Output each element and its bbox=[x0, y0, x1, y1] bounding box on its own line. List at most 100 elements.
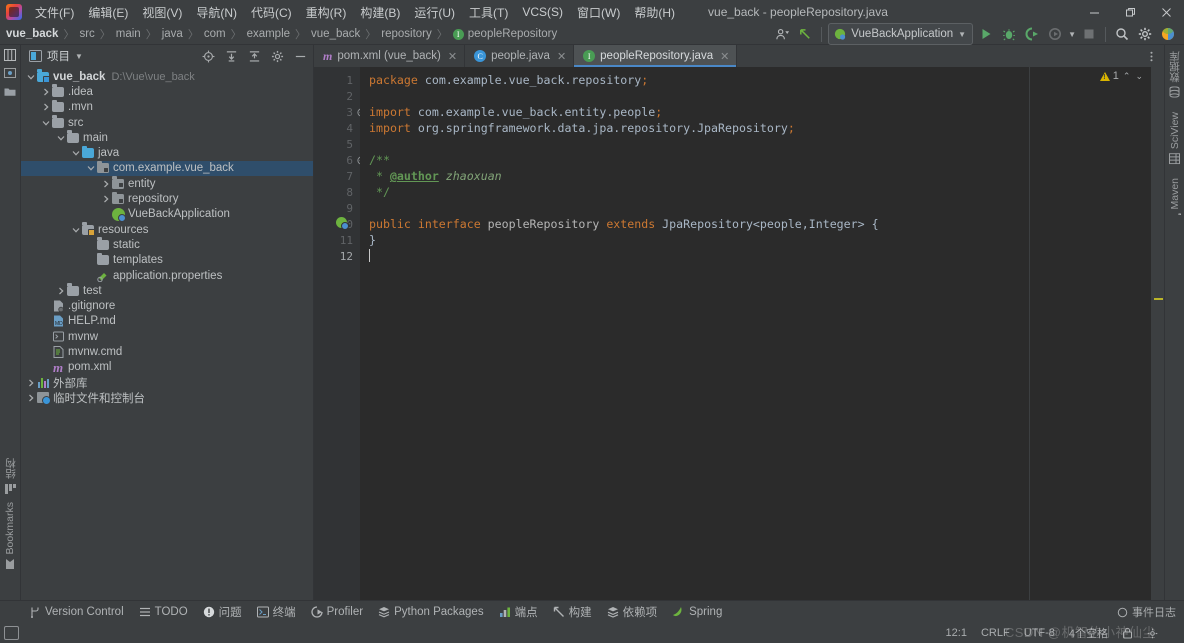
tree-node-java[interactable]: java bbox=[21, 145, 313, 160]
gutter-line-6[interactable]: 6 bbox=[314, 152, 366, 168]
code-content[interactable]: package com.example.vue_back.repository;… bbox=[360, 67, 1151, 600]
chevron-down-icon[interactable] bbox=[25, 73, 36, 81]
stop-button[interactable] bbox=[1079, 24, 1099, 44]
tree-node-vue_back[interactable]: vue_back D:\Vue\vue_back bbox=[21, 69, 313, 84]
profile-button[interactable] bbox=[1045, 24, 1065, 44]
tree-node-mvnw.cmd[interactable]: mvnw.cmd bbox=[21, 344, 313, 359]
tree-node-resources[interactable]: resources bbox=[21, 222, 313, 237]
bottom-tool-端点[interactable]: 端点 bbox=[492, 602, 545, 622]
search-icon[interactable] bbox=[1112, 24, 1132, 44]
close-button[interactable] bbox=[1148, 0, 1184, 24]
maximize-button[interactable] bbox=[1112, 0, 1148, 24]
chevron-right-icon[interactable] bbox=[40, 88, 51, 96]
bottom-tool-终端[interactable]: 终端 bbox=[250, 602, 303, 622]
breadcrumb-item-7[interactable]: repository bbox=[379, 28, 434, 40]
event-log-button[interactable]: 事件日志 bbox=[1117, 604, 1176, 620]
chevron-right-icon[interactable] bbox=[100, 180, 111, 188]
tree-node-pom.xml[interactable]: m pom.xml bbox=[21, 360, 313, 375]
chevron-right-icon[interactable] bbox=[40, 103, 51, 111]
close-tab-icon[interactable]: ✕ bbox=[720, 50, 729, 63]
inspections-gear-icon[interactable] bbox=[1147, 628, 1158, 639]
gutter-line-8[interactable]: 8 bbox=[314, 184, 365, 200]
gear-icon[interactable] bbox=[1135, 24, 1155, 44]
settings-gear-icon[interactable] bbox=[268, 47, 286, 65]
menu-item-1[interactable]: 编辑(E) bbox=[81, 1, 135, 24]
back-arrow-icon[interactable] bbox=[795, 24, 815, 44]
layout-icon[interactable] bbox=[4, 626, 19, 640]
breadcrumb-item-8[interactable]: IpeopleRepository bbox=[451, 28, 560, 40]
inspection-widget[interactable]: 1 ⌃ ⌄ bbox=[1099, 70, 1144, 82]
editor-tab-pom.xml--vue-back-[interactable]: m pom.xml (vue_back) ✕ bbox=[314, 45, 466, 67]
gutter-line-3[interactable]: 3 bbox=[314, 104, 366, 120]
debug-button[interactable] bbox=[999, 24, 1019, 44]
bottom-tool-python-packages[interactable]: Python Packages bbox=[371, 604, 491, 620]
profile-dropdown-icon[interactable]: ▼ bbox=[1068, 30, 1076, 39]
breadcrumb-item-5[interactable]: example bbox=[245, 28, 292, 40]
editor-tab-peoplerepository.java[interactable]: IpeopleRepository.java ✕ bbox=[574, 45, 738, 67]
caret-position[interactable]: 12:1 bbox=[946, 627, 967, 639]
menu-item-3[interactable]: 导航(N) bbox=[189, 1, 244, 24]
menu-item-8[interactable]: 工具(T) bbox=[462, 1, 515, 24]
run-with-coverage-button[interactable] bbox=[1022, 24, 1042, 44]
tree-node-src[interactable]: src bbox=[21, 115, 313, 130]
menu-item-9[interactable]: VCS(S) bbox=[515, 2, 570, 22]
gutter-line-12[interactable]: 12 bbox=[314, 248, 360, 264]
gutter-line-11[interactable]: 11 bbox=[314, 232, 360, 248]
tree-node-help.md[interactable]: MD HELP.md bbox=[21, 314, 313, 329]
editor-tab-people.java[interactable]: Cpeople.java ✕ bbox=[465, 45, 575, 67]
previous-problem-icon[interactable]: ⌃ bbox=[1122, 71, 1132, 82]
commit-icon[interactable] bbox=[3, 66, 17, 80]
settings-sync-icon[interactable] bbox=[772, 24, 792, 44]
sciview-tool-button[interactable]: SciView bbox=[1169, 112, 1181, 164]
project-icon[interactable] bbox=[3, 48, 17, 62]
bottom-tool-version-control[interactable]: Version Control bbox=[22, 604, 131, 620]
bottom-tool-profiler[interactable]: Profiler bbox=[304, 604, 370, 620]
tree-node-临时文件和控制台[interactable]: 临时文件和控制台 bbox=[21, 390, 313, 406]
gutter-line-10[interactable]: 10 bbox=[314, 216, 360, 232]
tree-node-templates[interactable]: templates bbox=[21, 252, 313, 268]
tree-node-mvnw[interactable]: mvnw bbox=[21, 329, 313, 344]
folder-icon[interactable] bbox=[3, 84, 17, 98]
tree-node-.mvn[interactable]: .mvn bbox=[21, 99, 313, 115]
gutter-line-9[interactable]: 9 bbox=[314, 200, 360, 216]
run-configuration-selector[interactable]: VueBackApplication ▼ bbox=[828, 23, 974, 45]
warning-marker[interactable] bbox=[1154, 298, 1163, 300]
tree-node-.gitignore[interactable]: .gitignore bbox=[21, 298, 313, 313]
breadcrumb-item-2[interactable]: main bbox=[114, 28, 143, 40]
run-button[interactable] bbox=[976, 24, 996, 44]
menu-item-0[interactable]: 文件(F) bbox=[28, 1, 81, 24]
structure-tool-button[interactable]: 结构 bbox=[3, 458, 18, 495]
breadcrumb-item-0[interactable]: vue_back bbox=[4, 28, 60, 40]
menu-item-10[interactable]: 窗口(W) bbox=[570, 1, 627, 24]
chevron-right-icon[interactable] bbox=[55, 287, 66, 295]
menu-item-2[interactable]: 视图(V) bbox=[135, 1, 189, 24]
spring-bean-gutter-icon[interactable] bbox=[336, 217, 349, 230]
database-tool-button[interactable]: 数据库 bbox=[1167, 51, 1182, 98]
tree-node-.idea[interactable]: .idea bbox=[21, 84, 313, 99]
menu-item-11[interactable]: 帮助(H) bbox=[627, 1, 682, 24]
tree-node-test[interactable]: test bbox=[21, 283, 313, 298]
breadcrumb-item-6[interactable]: vue_back bbox=[309, 28, 362, 40]
ide-features-icon[interactable] bbox=[1158, 24, 1178, 44]
bottom-tool-构建[interactable]: 构建 bbox=[546, 602, 599, 622]
breadcrumb-item-1[interactable]: src bbox=[77, 28, 96, 40]
gutter-line-1[interactable]: 1 bbox=[314, 72, 360, 88]
project-chevron-down-icon[interactable]: ▼ bbox=[75, 52, 83, 61]
tree-node-com.example.vue_back[interactable]: com.example.vue_back bbox=[21, 160, 313, 177]
gutter-line-4[interactable]: 4 bbox=[314, 120, 365, 136]
file-encoding[interactable]: UTF-8 bbox=[1024, 627, 1055, 639]
maven-tool-button[interactable]: m Maven bbox=[1169, 178, 1181, 225]
collapse-all-icon[interactable] bbox=[245, 47, 263, 65]
bottom-tool-依赖项[interactable]: 依赖项 bbox=[600, 602, 665, 622]
menu-item-6[interactable]: 构建(B) bbox=[353, 1, 407, 24]
chevron-right-icon[interactable] bbox=[25, 379, 36, 387]
chevron-down-icon[interactable] bbox=[40, 119, 51, 127]
close-tab-icon[interactable]: ✕ bbox=[557, 50, 566, 63]
chevron-down-icon[interactable] bbox=[70, 226, 81, 234]
menu-item-4[interactable]: 代码(C) bbox=[244, 1, 299, 24]
tree-node-repository[interactable]: repository bbox=[21, 191, 313, 206]
menu-item-5[interactable]: 重构(R) bbox=[299, 1, 354, 24]
tree-node-外部库[interactable]: 外部库 bbox=[21, 375, 313, 390]
chevron-right-icon[interactable] bbox=[100, 195, 111, 203]
chevron-down-icon[interactable] bbox=[85, 164, 96, 172]
